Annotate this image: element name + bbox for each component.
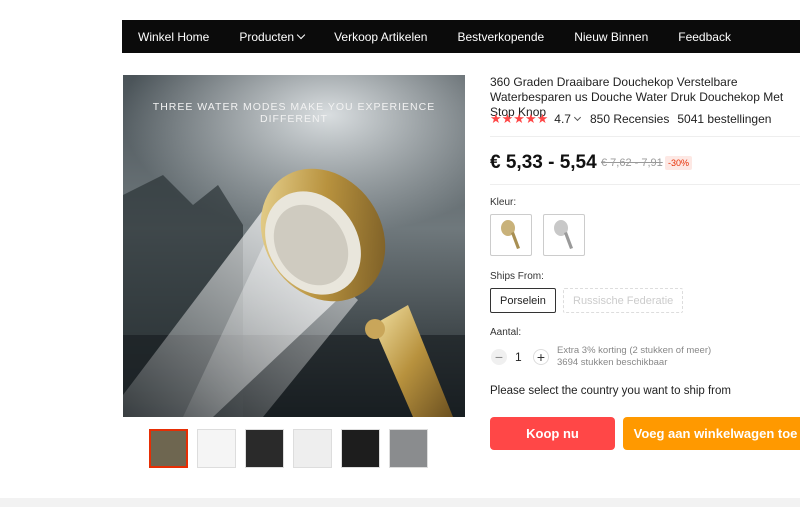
footer-band [0,498,800,507]
top-whitespace [0,0,800,20]
nav-verkoop-artikelen[interactable]: Verkoop Artikelen [334,30,427,44]
nav-producten[interactable]: Producten [239,29,306,44]
divider [490,184,800,185]
quantity-minus-button[interactable]: − [491,349,507,365]
color-option-gold[interactable] [490,214,532,256]
buy-now-button[interactable]: Koop nu [490,417,615,450]
discount-badge: -30% [665,156,693,170]
divider [490,136,800,137]
shower-head-illustration [123,75,465,417]
add-to-cart-button[interactable]: Voeg aan winkelwagen toe [623,417,800,450]
chevron-down-icon [296,30,306,40]
original-price: € 7,62 - 7,91 [601,157,663,169]
thumbnail-2[interactable] [197,429,236,468]
quantity-value[interactable]: 1 [515,350,522,364]
ship-option-russische-federatie[interactable]: Russische Federatie [563,288,684,313]
color-option-silver[interactable] [543,214,585,256]
thumbnail-5[interactable] [341,429,380,468]
rating-score[interactable]: 4.7 [554,112,571,126]
nav-producten-label: Producten [239,29,295,44]
nav-winkel-home[interactable]: Winkel Home [138,30,209,44]
review-count[interactable]: 850 Recensies [590,112,669,126]
ships-from-label: Ships From: [490,271,544,282]
main-product-image[interactable]: THREE WATER MODES MAKE YOU EXPERIENCE DI… [123,75,465,417]
quantity-info: Extra 3% korting (2 stukken of meer) 369… [557,345,711,369]
nav-nieuw-binnen[interactable]: Nieuw Binnen [574,30,648,44]
quantity-plus-button[interactable]: + [533,349,549,365]
image-caption: THREE WATER MODES MAKE YOU EXPERIENCE DI… [152,101,436,125]
stock-text: 3694 stukken beschikbaar [557,357,668,368]
current-price: € 5,33 - 5,54 [490,152,597,173]
order-count: 5041 bestellingen [677,112,772,126]
thumbnail-4[interactable] [293,429,332,468]
thumbnail-6[interactable] [389,429,428,468]
extra-discount-text: Extra 3% korting (2 stukken of meer) [557,345,712,356]
thumbnail-3[interactable] [245,429,284,468]
quantity-label: Aantal: [490,327,522,338]
color-label: Kleur: [490,197,517,208]
thumbnail-strip [149,429,428,468]
ship-option-porselein[interactable]: Porselein [490,288,556,313]
ship-country-notice: Please select the country you want to sh… [490,385,731,397]
thumbnail-1[interactable] [149,429,188,468]
store-nav-bar: Winkel Home Producten Verkoop Artikelen … [122,20,800,53]
nav-bestverkopende[interactable]: Bestverkopende [457,30,544,44]
star-rating-icon: ★★★★★ [490,111,549,126]
chevron-down-icon[interactable] [573,113,582,122]
nav-feedback[interactable]: Feedback [678,30,731,44]
rating-row: ★★★★★ 4.7 850 Recensies 5041 bestellinge… [490,111,771,127]
shower-head-icon [501,220,520,249]
shower-head-icon [554,220,573,249]
